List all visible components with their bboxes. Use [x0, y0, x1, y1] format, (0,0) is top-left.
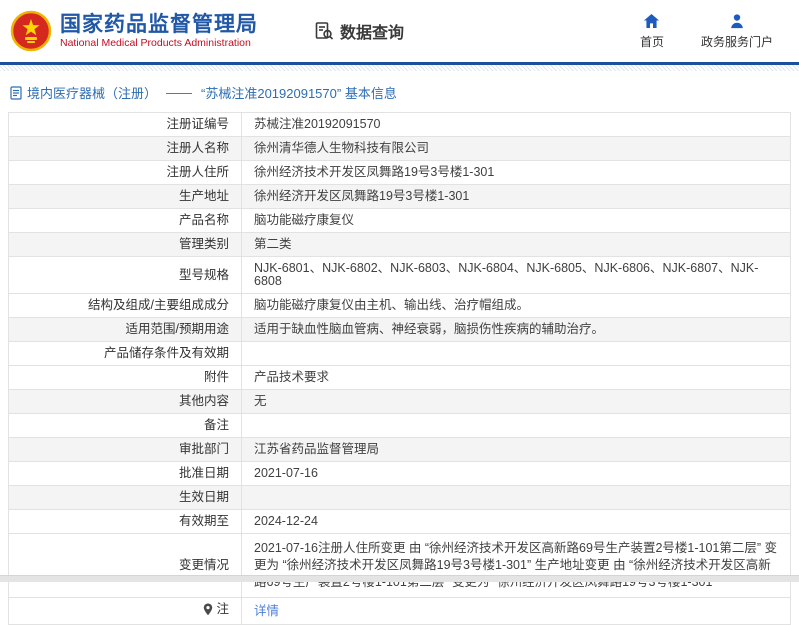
table-row-approval-date: 批准日期 2021-07-16	[9, 462, 791, 486]
row-value: 徐州经济技术开发区凤舞路19号3号楼1-301	[242, 161, 791, 185]
data-query-button[interactable]: 数据查询	[314, 19, 404, 43]
header-nav: 首页 政务服务门户	[629, 13, 789, 50]
row-value: 2021-07-16注册人住所变更 由 “徐州经济技术开发区高新路69号生产装置…	[242, 534, 791, 598]
row-value: 产品技术要求	[242, 366, 791, 390]
page-header: 国家药品监督管理局 National Medical Products Admi…	[0, 0, 799, 62]
footer-strip	[0, 575, 799, 582]
nav-gov-portal[interactable]: 政务服务门户	[701, 13, 773, 50]
table-row-structure: 结构及组成/主要组成成分 脑功能磁疗康复仪由主机、输出线、治疗帽组成。	[9, 294, 791, 318]
row-label: 生效日期	[9, 486, 242, 510]
table-row-note: 注 详情	[9, 598, 791, 625]
table-row-attachment: 附件 产品技术要求	[9, 366, 791, 390]
row-value: 脑功能磁疗康复仪由主机、输出线、治疗帽组成。	[242, 294, 791, 318]
row-label: 注	[203, 603, 229, 616]
table-row-change-history: 变更情况 2021-07-16注册人住所变更 由 “徐州经济技术开发区高新路69…	[9, 534, 791, 598]
row-label: 管理类别	[9, 233, 242, 257]
user-icon	[729, 13, 745, 29]
document-search-icon	[314, 21, 334, 41]
row-value	[242, 486, 791, 510]
org-subtitle: National Medical Products Administration	[60, 38, 258, 50]
table-row-product-name: 产品名称 脑功能磁疗康复仪	[9, 209, 791, 233]
row-value: 2024-12-24	[242, 510, 791, 534]
table-row-approval-dept: 审批部门 江苏省药品监督管理局	[9, 438, 791, 462]
row-value: 徐州经济开发区凤舞路19号3号楼1-301	[242, 185, 791, 209]
table-row-model-spec: 型号规格 NJK-6801、NJK-6802、NJK-6803、NJK-6804…	[9, 257, 791, 294]
row-value: 苏械注准20192091570	[242, 113, 791, 137]
row-value: 徐州清华德人生物科技有限公司	[242, 137, 791, 161]
breadcrumb-current: “苏械注准20192091570” 基本信息	[201, 83, 397, 102]
row-label: 其他内容	[9, 390, 242, 414]
nav-home-label: 首页	[640, 33, 664, 50]
row-value: 第二类	[242, 233, 791, 257]
row-label: 备注	[9, 414, 242, 438]
row-label: 变更情况	[9, 534, 242, 598]
breadcrumb: 境内医疗器械（注册） —— “苏械注准20192091570” 基本信息	[0, 71, 799, 110]
row-value: NJK-6801、NJK-6802、NJK-6803、NJK-6804、NJK-…	[242, 257, 791, 294]
table-row-storage: 产品储存条件及有效期	[9, 342, 791, 366]
table-row-intended-use: 适用范围/预期用途 适用于缺血性脑血管病、神经衰弱，脑损伤性疾病的辅助治疗。	[9, 318, 791, 342]
row-value: 适用于缺血性脑血管病、神经衰弱，脑损伤性疾病的辅助治疗。	[242, 318, 791, 342]
row-value: 2021-07-16	[242, 462, 791, 486]
row-label: 结构及组成/主要组成成分	[9, 294, 242, 318]
home-icon	[643, 13, 660, 29]
row-value: 脑功能磁疗康复仪	[242, 209, 791, 233]
pin-icon	[203, 603, 213, 616]
table-row-remarks: 备注	[9, 414, 791, 438]
row-label: 注册证编号	[9, 113, 242, 137]
row-label: 产品储存条件及有效期	[9, 342, 242, 366]
org-identity: 国家药品监督管理局 National Medical Products Admi…	[60, 13, 258, 50]
table-row-effective-date: 生效日期	[9, 486, 791, 510]
row-label: 型号规格	[9, 257, 242, 294]
detail-link[interactable]: 详情	[254, 604, 279, 618]
row-label: 产品名称	[9, 209, 242, 233]
nav-gov-portal-label: 政务服务门户	[701, 33, 773, 50]
table-row-registrant-name: 注册人名称 徐州清华德人生物科技有限公司	[9, 137, 791, 161]
data-query-label: 数据查询	[340, 19, 404, 43]
table-row-other-content: 其他内容 无	[9, 390, 791, 414]
info-table: 注册证编号 苏械注准20192091570 注册人名称 徐州清华德人生物科技有限…	[8, 112, 791, 625]
row-value	[242, 342, 791, 366]
row-label: 审批部门	[9, 438, 242, 462]
document-icon	[10, 86, 22, 100]
row-label: 生产地址	[9, 185, 242, 209]
table-row-reg-number: 注册证编号 苏械注准20192091570	[9, 113, 791, 137]
table-row-registrant-address: 注册人住所 徐州经济技术开发区凤舞路19号3号楼1-301	[9, 161, 791, 185]
org-title: 国家药品监督管理局	[60, 13, 258, 36]
row-value: 无	[242, 390, 791, 414]
row-label: 有效期至	[9, 510, 242, 534]
registration-info: 注册证编号 苏械注准20192091570 注册人名称 徐州清华德人生物科技有限…	[0, 110, 799, 625]
table-row-management-class: 管理类别 第二类	[9, 233, 791, 257]
row-label: 注册人住所	[9, 161, 242, 185]
row-value: 江苏省药品监督管理局	[242, 438, 791, 462]
row-label: 附件	[9, 366, 242, 390]
row-label: 批准日期	[9, 462, 242, 486]
nav-home[interactable]: 首页	[629, 13, 675, 50]
row-value	[242, 414, 791, 438]
row-label: 适用范围/预期用途	[9, 318, 242, 342]
breadcrumb-section[interactable]: 境内医疗器械（注册）	[27, 83, 157, 102]
nmpa-emblem-logo	[10, 9, 52, 55]
table-row-expiry-date: 有效期至 2024-12-24	[9, 510, 791, 534]
row-label: 注册人名称	[9, 137, 242, 161]
table-row-production-address: 生产地址 徐州经济开发区凤舞路19号3号楼1-301	[9, 185, 791, 209]
breadcrumb-separator: ——	[166, 85, 192, 100]
